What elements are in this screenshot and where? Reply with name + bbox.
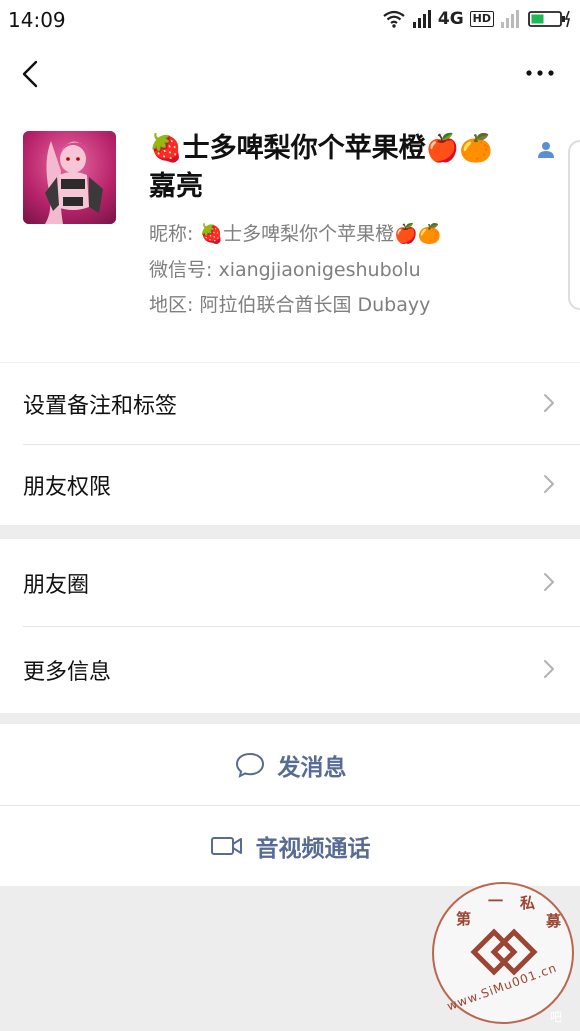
chat-bubble-icon xyxy=(235,752,264,778)
hd-badge: HD xyxy=(469,11,494,27)
video-camera-icon xyxy=(210,836,242,855)
status-time: 14:09 xyxy=(8,8,66,32)
watermark-char: 募 xyxy=(546,912,562,930)
nickname-label: 昵称: xyxy=(149,223,200,245)
action-group: 发消息 音视频通话 xyxy=(0,724,580,886)
chevron-right-icon xyxy=(544,573,554,591)
chevron-right-icon xyxy=(544,394,554,412)
avatar[interactable] xyxy=(23,131,116,224)
nickname-row: 昵称: 🍓士多啤梨你个苹果橙🍎🍊 xyxy=(149,219,441,246)
profile-name-line1: 🍓士多啤梨你个苹果橙🍎🍊 xyxy=(149,133,493,164)
wechat-id-label: 微信号: xyxy=(149,259,219,281)
menu-item-remark-tags[interactable]: 设置备注和标签 xyxy=(0,363,580,444)
chevron-left-icon xyxy=(22,60,38,88)
signal-icon xyxy=(412,10,431,28)
back-button[interactable] xyxy=(14,56,46,92)
menu-item-moments[interactable]: 朋友圈 xyxy=(0,539,580,626)
send-message-button[interactable]: 发消息 xyxy=(0,724,580,805)
video-call-button[interactable]: 音视频通话 xyxy=(0,805,580,886)
profile-card: 🍓士多啤梨你个苹果橙🍎🍊 嘉亮 昵称: 🍓士多啤梨你个苹果橙🍎🍊 微信号: xi… xyxy=(0,110,580,362)
more-dots-icon xyxy=(526,70,554,76)
watermark-suffix: 吧 xyxy=(550,1010,563,1024)
watermark-char: 私 xyxy=(520,894,536,912)
wechat-id-row: 微信号: xiangjiaonigeshubolu xyxy=(149,255,421,282)
region-row: 地区: 阿拉伯联合酋长国 Dubayy xyxy=(149,290,430,317)
battery-icon xyxy=(528,10,571,28)
menu-item-label: 更多信息 xyxy=(23,659,112,685)
send-message-label: 发消息 xyxy=(277,754,347,781)
nav-bar xyxy=(0,40,580,110)
menu-item-more-info[interactable]: 更多信息 xyxy=(0,626,580,713)
more-button[interactable] xyxy=(522,58,558,88)
watermark-stamp: 第 一 私 募 www.SiMu001.cn xyxy=(432,882,574,1024)
wifi-icon xyxy=(383,10,405,28)
region-value: 阿拉伯联合酋长国 Dubayy xyxy=(199,294,431,316)
menu-group-settings: 设置备注和标签 朋友权限 xyxy=(0,363,580,525)
status-bar: 14:09 4G HD xyxy=(0,0,580,40)
profile-name: 🍓士多啤梨你个苹果橙🍎🍊 嘉亮 xyxy=(149,130,521,206)
watermark-char: 一 xyxy=(488,892,504,910)
region-label: 地区: xyxy=(149,294,200,316)
menu-group-info: 朋友圈 更多信息 xyxy=(0,539,580,713)
video-call-label: 音视频通话 xyxy=(255,835,371,862)
network-type: 4G xyxy=(437,9,464,29)
chevron-right-icon xyxy=(544,660,554,678)
wechat-id-value: xiangjiaonigeshubolu xyxy=(218,259,421,281)
menu-item-label: 朋友圈 xyxy=(23,572,90,598)
menu-item-label: 设置备注和标签 xyxy=(23,393,178,419)
nickname-value: 🍓士多啤梨你个苹果橙🍎🍊 xyxy=(199,223,442,245)
status-icons: 4G HD xyxy=(382,9,572,29)
signal-secondary-icon xyxy=(501,10,519,28)
chevron-right-icon xyxy=(544,475,554,493)
user-icon xyxy=(538,142,554,158)
edge-indicator xyxy=(568,140,580,310)
profile-name-line2: 嘉亮 xyxy=(149,171,203,202)
menu-item-label: 朋友权限 xyxy=(23,474,112,500)
menu-item-friend-permissions[interactable]: 朋友权限 xyxy=(0,444,580,525)
avatar-image xyxy=(23,131,116,224)
